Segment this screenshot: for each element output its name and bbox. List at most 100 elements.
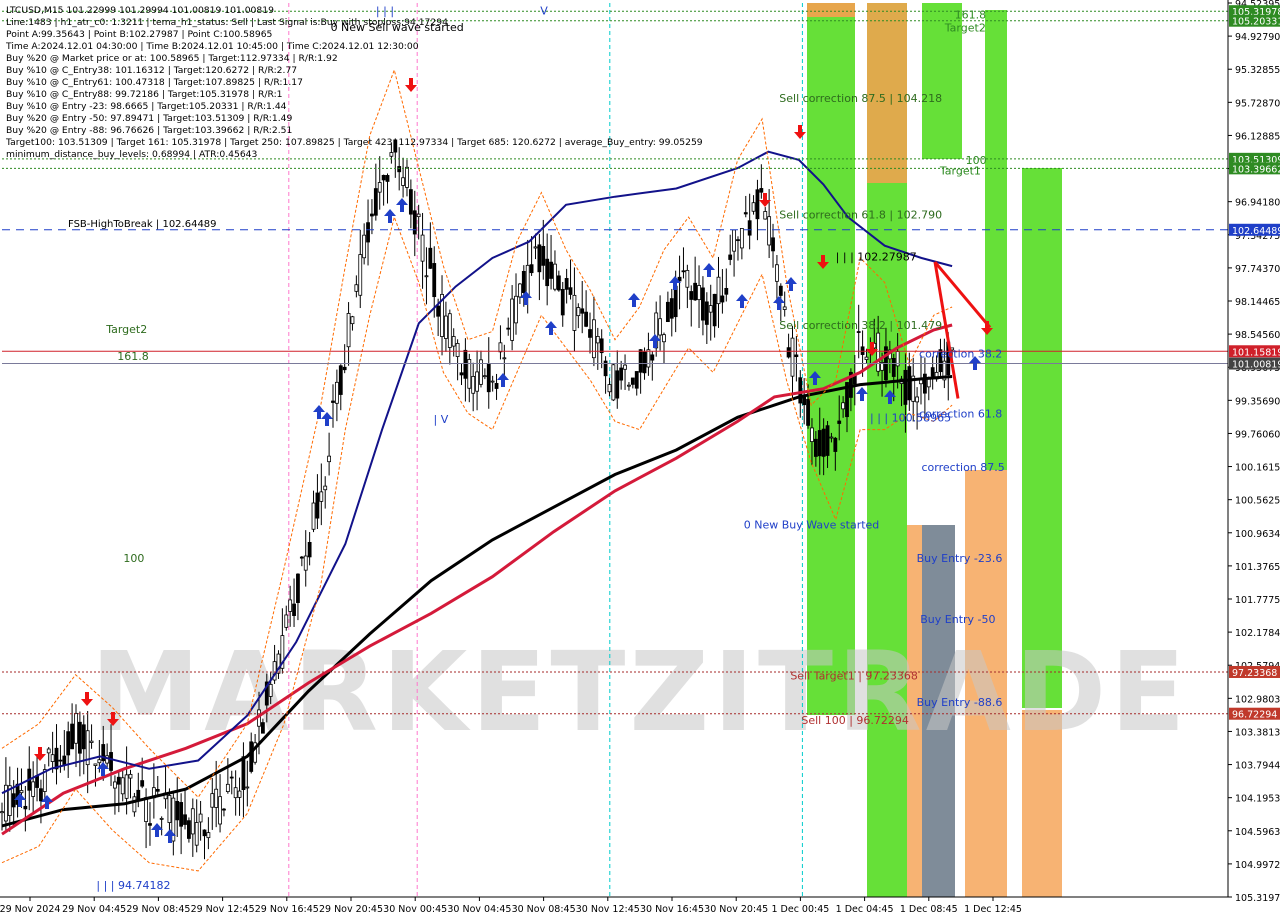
candle-body <box>891 358 896 377</box>
price-tag-label: 101.00819 <box>1232 360 1280 371</box>
candle-body <box>366 222 370 243</box>
candle-body <box>486 363 491 393</box>
candle-body <box>627 384 631 387</box>
candle-body <box>564 278 569 290</box>
candle-body <box>132 796 137 813</box>
chart-annotation: | | | 94.74182 <box>96 879 170 892</box>
candle-body <box>62 755 67 766</box>
time-tick-label: 29 Nov 2024 <box>0 904 60 915</box>
header-line: Buy %20 @ Entry -88: 96.76626 | Target:1… <box>6 125 292 136</box>
candle-body <box>751 202 756 212</box>
header-line: Buy %10 @ C_Entry88: 99.72186 | Target:1… <box>6 89 283 100</box>
price-tick-label: 103.38130 <box>1235 727 1280 738</box>
candle-body <box>183 814 187 825</box>
candle-body <box>284 614 289 628</box>
candle-body <box>31 781 36 797</box>
candle-body <box>806 399 810 426</box>
candle-body <box>245 786 250 789</box>
candle-body <box>584 311 589 327</box>
candle-body <box>175 800 180 821</box>
candle-body <box>545 258 550 287</box>
candle-body <box>813 438 818 457</box>
price-tick-label: 94.92790 <box>1235 32 1280 43</box>
chart-annotation: Sell 100 | 96.72294 <box>801 714 909 727</box>
price-tick-label: 104.19535 <box>1235 794 1280 805</box>
candle-body <box>412 210 417 235</box>
candle-body <box>167 795 172 823</box>
candle-body <box>494 383 499 389</box>
time-tick-label: 29 Nov 20:45 <box>319 904 383 915</box>
candle-body <box>591 319 596 359</box>
candle-body <box>541 246 546 266</box>
candle-body <box>786 347 791 358</box>
candle-body <box>475 371 479 392</box>
candle-body <box>704 301 709 325</box>
price-tick-label: 100.96345 <box>1235 529 1280 540</box>
candle-body <box>650 354 655 361</box>
candle-body <box>370 213 374 217</box>
candle-body <box>50 754 55 762</box>
candle-body <box>140 780 145 787</box>
chart-annotation: Sell correction 87.5 | 104.218 <box>779 92 942 105</box>
candle-body <box>397 166 402 173</box>
candle-body <box>97 759 102 764</box>
candle-body <box>233 787 238 799</box>
candle-body <box>202 829 207 837</box>
candle-body <box>315 492 320 519</box>
candle-body <box>58 759 63 762</box>
candle-body <box>81 724 86 750</box>
candle-body <box>288 599 293 612</box>
chart-annotation: | | | <box>376 4 394 17</box>
candle-body <box>642 351 647 374</box>
header-line: Buy %10 @ Entry -23: 98.6665 | Target:10… <box>6 101 287 112</box>
candle-body <box>109 752 113 771</box>
candle-body <box>580 308 585 314</box>
price-tick-label: 97.74370 <box>1235 264 1280 275</box>
candle-body <box>930 367 935 377</box>
candle-body <box>46 748 51 754</box>
candle-body <box>74 712 78 744</box>
chart-annotation: Buy Entry -50 <box>920 613 995 626</box>
candle-body <box>728 254 733 260</box>
time-tick-label: 30 Nov 04:45 <box>447 904 511 915</box>
candle-body <box>763 211 768 220</box>
candle-body <box>790 337 795 377</box>
candle-body <box>615 370 620 399</box>
candle-body <box>381 174 386 181</box>
candle-body <box>658 318 662 336</box>
candle-body <box>436 305 441 317</box>
price-tick-label: 101.37655 <box>1235 562 1280 573</box>
candle-body <box>268 683 273 697</box>
candle-body <box>553 263 557 290</box>
candle-body <box>249 741 254 772</box>
price-tag-label: 103.39662 <box>1232 164 1280 175</box>
candle-body <box>588 329 592 338</box>
candle-body <box>673 285 678 318</box>
candle-body <box>89 740 94 743</box>
candle-body <box>837 420 842 424</box>
chart-annotation: 161.8 <box>117 350 149 363</box>
candle-body <box>225 783 230 792</box>
chart-annotation: | | | 102.27987 <box>836 250 917 263</box>
candle-body <box>549 261 553 279</box>
candle-body <box>572 294 577 331</box>
candle-body <box>451 336 456 347</box>
price-chart[interactable]: MARKETZITRADE FSB-HighToBreak | 102.6448… <box>0 0 1280 920</box>
candle-body <box>689 291 694 300</box>
candle-body <box>354 284 359 292</box>
candle-body <box>128 773 133 779</box>
time-tick-label: 1 Dec 04:45 <box>836 904 894 915</box>
candle-body <box>716 276 721 305</box>
candle-body <box>241 756 246 791</box>
candle-body <box>482 375 487 378</box>
candle-body <box>782 306 787 310</box>
candle-body <box>0 811 4 814</box>
candle-body <box>334 381 339 404</box>
candle-body <box>342 366 347 371</box>
candle-body <box>560 288 565 316</box>
price-tick-label: 105.31978 <box>1235 893 1280 904</box>
candle-body <box>599 338 604 354</box>
candle-body <box>206 832 211 839</box>
candle-body <box>136 789 141 800</box>
candle-body <box>743 212 748 215</box>
